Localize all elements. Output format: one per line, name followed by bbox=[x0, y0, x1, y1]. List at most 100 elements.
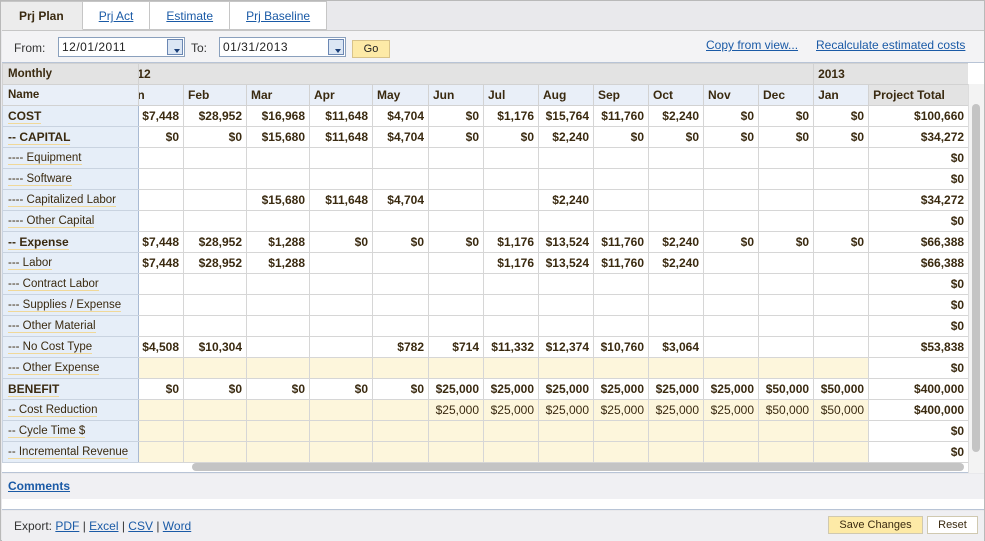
editable-value-cell[interactable] bbox=[183, 357, 247, 379]
editable-value-cell[interactable] bbox=[593, 420, 649, 442]
tab-prj-baseline[interactable]: Prj Baseline bbox=[230, 1, 328, 30]
editable-value-cell[interactable] bbox=[483, 420, 539, 442]
to-date-field[interactable]: 01/31/2013 bbox=[219, 37, 346, 57]
editable-value-cell[interactable] bbox=[309, 441, 373, 463]
row-total-cell: $400,000 bbox=[868, 399, 968, 421]
editable-value-cell[interactable] bbox=[246, 420, 310, 442]
editable-value-cell[interactable] bbox=[428, 357, 484, 379]
editable-value-cell[interactable] bbox=[372, 399, 429, 421]
editable-value-cell[interactable] bbox=[183, 399, 247, 421]
editable-value-cell[interactable] bbox=[483, 441, 539, 463]
row-name: --- Contract Labor bbox=[8, 278, 99, 291]
editable-value-cell[interactable] bbox=[648, 441, 704, 463]
value-cell bbox=[757, 210, 815, 232]
calendar-icon[interactable] bbox=[167, 39, 183, 55]
export-excel-link[interactable]: Excel bbox=[89, 519, 118, 533]
value-cell bbox=[428, 294, 484, 316]
editable-value-cell[interactable] bbox=[309, 420, 373, 442]
editable-value-cell[interactable] bbox=[757, 441, 815, 463]
month-header: Oct bbox=[648, 84, 704, 106]
editable-value-cell[interactable]: $50,000 bbox=[757, 399, 815, 421]
editable-value-cell[interactable] bbox=[372, 441, 429, 463]
horizontal-scrollbar[interactable] bbox=[192, 463, 964, 471]
editable-value-cell[interactable] bbox=[428, 441, 484, 463]
value-cell bbox=[757, 252, 815, 274]
tab-prj-act[interactable]: Prj Act bbox=[82, 1, 151, 30]
comments-link[interactable]: Comments bbox=[8, 479, 70, 493]
editable-value-cell[interactable]: $25,000 bbox=[483, 399, 539, 421]
name-column-header: Name bbox=[2, 84, 139, 106]
tab-prj-plan[interactable]: Prj Plan bbox=[1, 1, 83, 30]
editable-value-cell[interactable] bbox=[309, 399, 373, 421]
editable-value-cell[interactable] bbox=[183, 420, 247, 442]
editable-value-cell[interactable]: $25,000 bbox=[428, 399, 484, 421]
editable-value-cell[interactable] bbox=[246, 441, 310, 463]
editable-value-cell[interactable] bbox=[813, 441, 870, 463]
editable-value-cell[interactable]: $25,000 bbox=[648, 399, 704, 421]
value-cell bbox=[648, 294, 704, 316]
editable-value-cell[interactable] bbox=[183, 441, 247, 463]
editable-value-cell[interactable] bbox=[538, 357, 594, 379]
editable-value-cell[interactable] bbox=[703, 441, 759, 463]
editable-value-cell[interactable] bbox=[139, 420, 184, 442]
editable-value-cell[interactable] bbox=[648, 420, 704, 442]
editable-value-cell[interactable] bbox=[309, 357, 373, 379]
recalculate-costs-link[interactable]: Recalculate estimated costs bbox=[816, 38, 965, 52]
value-cell: $0 bbox=[757, 126, 815, 148]
editable-value-cell[interactable] bbox=[703, 420, 759, 442]
year-header-row: Monthly bbox=[2, 63, 139, 85]
editable-value-cell[interactable] bbox=[483, 357, 539, 379]
copy-from-view-link[interactable]: Copy from view... bbox=[706, 38, 798, 52]
editable-value-cell[interactable] bbox=[246, 399, 310, 421]
editable-value-cell[interactable] bbox=[813, 357, 870, 379]
editable-value-cell[interactable] bbox=[428, 420, 484, 442]
editable-value-cell[interactable] bbox=[139, 441, 184, 463]
value-cell bbox=[648, 168, 704, 190]
export-csv-link[interactable]: CSV bbox=[128, 519, 153, 533]
tab-estimate[interactable]: Estimate bbox=[150, 1, 231, 30]
reset-button[interactable]: Reset bbox=[927, 516, 978, 534]
row-total-cell: $0 bbox=[868, 210, 968, 232]
value-cell bbox=[428, 273, 484, 295]
value-cell bbox=[309, 147, 373, 169]
value-cell: $0 bbox=[813, 126, 870, 148]
editable-value-cell[interactable] bbox=[813, 420, 870, 442]
editable-value-cell[interactable] bbox=[372, 357, 429, 379]
row-label: --- Contract Labor bbox=[2, 273, 139, 295]
editable-value-cell[interactable]: $25,000 bbox=[593, 399, 649, 421]
editable-value-cell[interactable] bbox=[593, 357, 649, 379]
value-cell: $0 bbox=[309, 378, 373, 400]
value-cell bbox=[428, 189, 484, 211]
vertical-scroll-thumb[interactable] bbox=[972, 104, 980, 452]
row-total-cell: $66,388 bbox=[868, 231, 968, 253]
editable-value-cell[interactable] bbox=[246, 357, 310, 379]
value-cell bbox=[246, 168, 310, 190]
vertical-scrollbar[interactable] bbox=[968, 84, 984, 473]
export-word-link[interactable]: Word bbox=[163, 519, 191, 533]
editable-value-cell[interactable] bbox=[139, 399, 184, 421]
month-header: May bbox=[372, 84, 429, 106]
editable-value-cell[interactable] bbox=[593, 441, 649, 463]
value-cell: $2,240 bbox=[538, 126, 594, 148]
month-header-row: Name bbox=[2, 84, 139, 106]
editable-value-cell[interactable] bbox=[757, 357, 815, 379]
tab-bar: Prj Plan Prj Act Estimate Prj Baseline bbox=[1, 1, 328, 30]
editable-value-cell[interactable] bbox=[538, 441, 594, 463]
year-header-row: 20122013 bbox=[139, 63, 968, 85]
editable-value-cell[interactable]: $50,000 bbox=[813, 399, 870, 421]
editable-value-cell[interactable] bbox=[139, 357, 184, 379]
editable-value-cell[interactable] bbox=[372, 420, 429, 442]
editable-value-cell[interactable] bbox=[703, 357, 759, 379]
project-total-header: Project Total bbox=[868, 84, 968, 106]
calendar-icon[interactable] bbox=[328, 39, 344, 55]
row-name: ---- Software bbox=[8, 173, 72, 186]
editable-value-cell[interactable]: $25,000 bbox=[538, 399, 594, 421]
save-changes-button[interactable]: Save Changes bbox=[828, 516, 923, 534]
export-pdf-link[interactable]: PDF bbox=[55, 519, 79, 533]
from-date-field[interactable]: 12/01/2011 bbox=[58, 37, 185, 57]
editable-value-cell[interactable] bbox=[538, 420, 594, 442]
editable-value-cell[interactable] bbox=[757, 420, 815, 442]
go-button[interactable]: Go bbox=[352, 40, 390, 58]
editable-value-cell[interactable] bbox=[648, 357, 704, 379]
editable-value-cell[interactable]: $25,000 bbox=[703, 399, 759, 421]
